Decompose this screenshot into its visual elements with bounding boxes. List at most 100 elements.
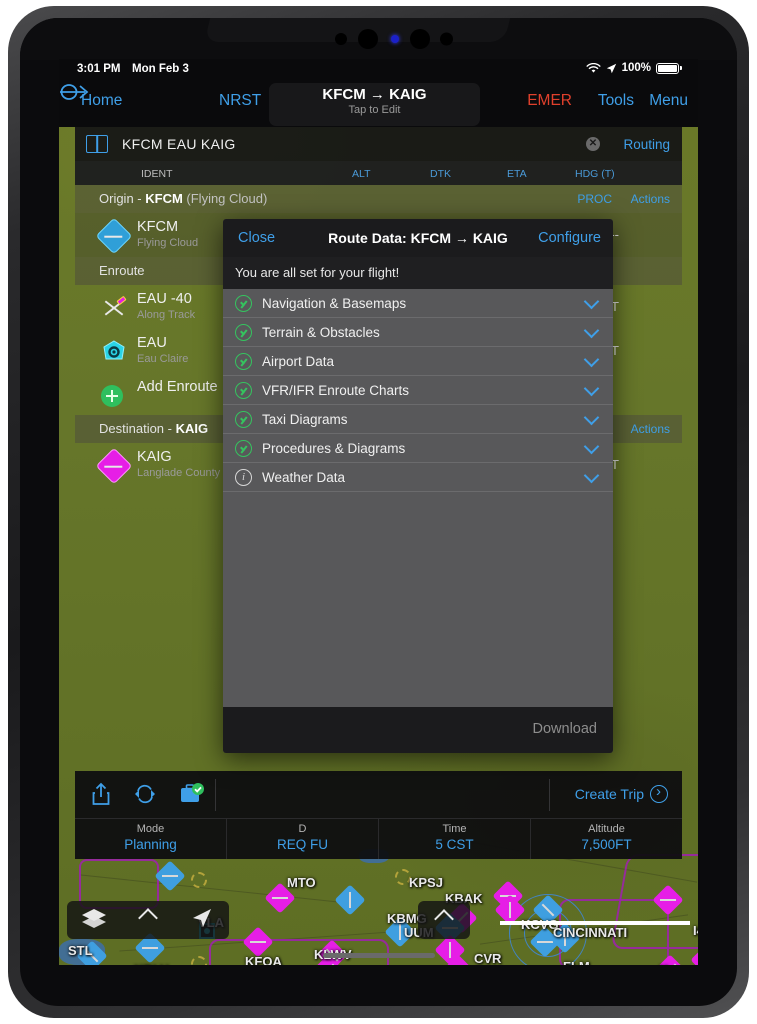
clear-circle-icon[interactable]: ✕	[586, 137, 600, 151]
chevron-up-icon	[434, 909, 454, 929]
flight-plan-column-headers: IDENT ALT DTK ETA HDG (T)	[75, 161, 682, 185]
waypoint-subtitle: Along Track	[137, 309, 196, 321]
map-label: STL	[68, 943, 93, 958]
check-circle-icon	[235, 381, 252, 399]
map-label: CINCINNATI	[553, 925, 628, 940]
check-circle-icon	[235, 352, 252, 370]
flight-plan-header: KFCM EAU KAIG ✕ Routing	[75, 127, 682, 161]
bottom-field-row: Mode Planning D REQ FU Time 5 CST Altitu…	[75, 819, 682, 859]
checklist-item-label: Airport Data	[262, 353, 335, 369]
checklist-item-label: Terrain & Obstacles	[262, 324, 380, 340]
field-label: Altitude	[588, 823, 625, 835]
column-header-dtk[interactable]: DTK	[430, 168, 451, 180]
airport-diamond-blue-icon	[95, 217, 133, 255]
briefcase-check-icon[interactable]	[179, 782, 205, 811]
modal-checklist-item[interactable]: Taxi Diagrams	[223, 405, 613, 434]
flight-plan-bottom-toolbar: Create Trip Mode Planning D REQ FU Time	[75, 771, 682, 859]
column-header-ident: IDENT	[141, 168, 173, 180]
column-header-eta[interactable]: ETA	[507, 168, 527, 180]
chevron-down-icon[interactable]	[583, 438, 600, 454]
origin-prefix: Origin -	[99, 191, 146, 206]
status-time: 3:01 PM	[77, 63, 121, 75]
split-view-icon[interactable]	[86, 135, 108, 153]
field-fuel[interactable]: D REQ FU	[227, 819, 379, 859]
route-name-field[interactable]: KFCM EAU KAIG	[122, 136, 236, 152]
origin-ident: KFCM	[145, 191, 183, 206]
status-date: Mon Feb 3	[132, 63, 189, 75]
field-mode[interactable]: Mode Planning	[75, 819, 227, 859]
checklist-item-label: Procedures & Diagrams	[262, 440, 406, 456]
modal-checklist-item[interactable]: Airport Data	[223, 347, 613, 376]
waypoint-ident: EAU	[137, 335, 167, 351]
chevron-down-icon[interactable]	[583, 467, 600, 483]
map-label: CVR	[474, 951, 502, 965]
origin-actions-button[interactable]: Actions	[631, 192, 670, 206]
download-button[interactable]: Download	[533, 721, 598, 737]
nav-button-row: Home NRST KFCM → KAIG Tap to Edit EMER T…	[59, 81, 698, 127]
add-circle-icon[interactable]	[101, 385, 127, 411]
map-panel-expand-button[interactable]	[418, 901, 470, 939]
wifi-icon	[586, 62, 601, 73]
check-circle-icon	[235, 323, 252, 341]
routing-button[interactable]: Routing	[623, 137, 670, 152]
camera-sensor-bar	[20, 18, 737, 60]
create-trip-button[interactable]: Create Trip	[575, 783, 668, 803]
camera-dot-2	[358, 29, 378, 49]
route-title-button[interactable]: KFCM → KAIG Tap to Edit	[269, 83, 480, 126]
modal-configure-button[interactable]: Configure	[538, 230, 601, 246]
battery-icon	[656, 62, 679, 74]
emergency-button[interactable]: EMER	[527, 92, 572, 110]
camera-dot-3	[410, 29, 430, 49]
column-header-alt[interactable]: ALT	[352, 168, 370, 180]
destination-actions-button[interactable]: Actions	[631, 422, 670, 436]
column-header-hdg[interactable]: HDG (T)	[575, 168, 615, 180]
modal-checklist-item[interactable]: Navigation & Basemaps	[223, 289, 613, 318]
map-layers-icon[interactable]	[67, 907, 121, 934]
section-label-destination: Destination - KAIG	[99, 421, 208, 436]
map-label: KBLV	[134, 962, 168, 965]
tools-button[interactable]: Tools	[598, 92, 634, 110]
share-icon[interactable]	[91, 782, 111, 811]
origin-proc-button[interactable]: PROC	[577, 192, 612, 206]
modal-checklist-item[interactable]: VFR/IFR Enroute Charts	[223, 376, 613, 405]
home-button[interactable]: Home	[81, 92, 122, 110]
field-altitude[interactable]: Altitude 7,500FT	[531, 819, 682, 859]
checklist-item-label: Navigation & Basemaps	[262, 295, 407, 311]
map-expand-button[interactable]	[121, 907, 175, 930]
chevron-down-icon[interactable]	[583, 351, 600, 367]
modal-checklist: Navigation & Basemaps Terrain & Obstacles…	[223, 289, 613, 492]
check-circle-icon	[235, 410, 252, 428]
device-screen-bezel: MTOKPSJVLAKBMGUUMSTLKLWVKFOAKBLVSAEKENLK…	[20, 18, 737, 1006]
section-label-origin: Origin - KFCM (Flying Cloud)	[99, 191, 267, 206]
route-title-text: KFCM → KAIG	[322, 86, 427, 103]
map-scale-bar	[500, 921, 690, 925]
map-label: KPSJ	[409, 875, 443, 890]
home-indicator[interactable]	[322, 953, 435, 958]
chevron-down-icon[interactable]	[583, 293, 600, 309]
waypoint-subtitle: Langlade County	[137, 467, 221, 479]
app-screen: MTOKPSJVLAKBMGUUMSTLKLWVKFOAKBLVSAEKENLK…	[59, 59, 698, 965]
info-icon: i	[235, 468, 252, 486]
chevron-down-icon[interactable]	[583, 322, 600, 338]
modal-header: Close Route Data: KFCM → KAIG Configure	[223, 219, 613, 257]
menu-button[interactable]: Menu	[649, 92, 688, 110]
destination-prefix: Destination -	[99, 421, 176, 436]
nearest-button[interactable]: NRST	[219, 92, 261, 110]
airport-diamond-magenta-icon	[95, 447, 133, 485]
chevron-down-icon[interactable]	[583, 380, 600, 396]
checklist-item-label: VFR/IFR Enroute Charts	[262, 382, 410, 398]
sync-icon[interactable]	[133, 782, 157, 811]
status-bar: 3:01 PM Mon Feb 3 100%	[59, 59, 698, 81]
modal-checklist-item[interactable]: i Weather Data	[223, 463, 613, 492]
modal-checklist-item[interactable]: Terrain & Obstacles	[223, 318, 613, 347]
chevron-up-icon	[138, 907, 158, 928]
modal-checklist-item[interactable]: Procedures & Diagrams	[223, 434, 613, 463]
vor-icon	[101, 339, 127, 365]
field-time[interactable]: Time 5 CST	[379, 819, 531, 859]
chevron-down-icon[interactable]	[583, 409, 600, 425]
map-locate-button[interactable]	[175, 907, 229, 934]
camera-dot-4	[440, 32, 453, 46]
battery-percentage: 100%	[621, 62, 651, 74]
map-label: MTO	[287, 875, 316, 890]
field-value: REQ FU	[276, 837, 328, 852]
